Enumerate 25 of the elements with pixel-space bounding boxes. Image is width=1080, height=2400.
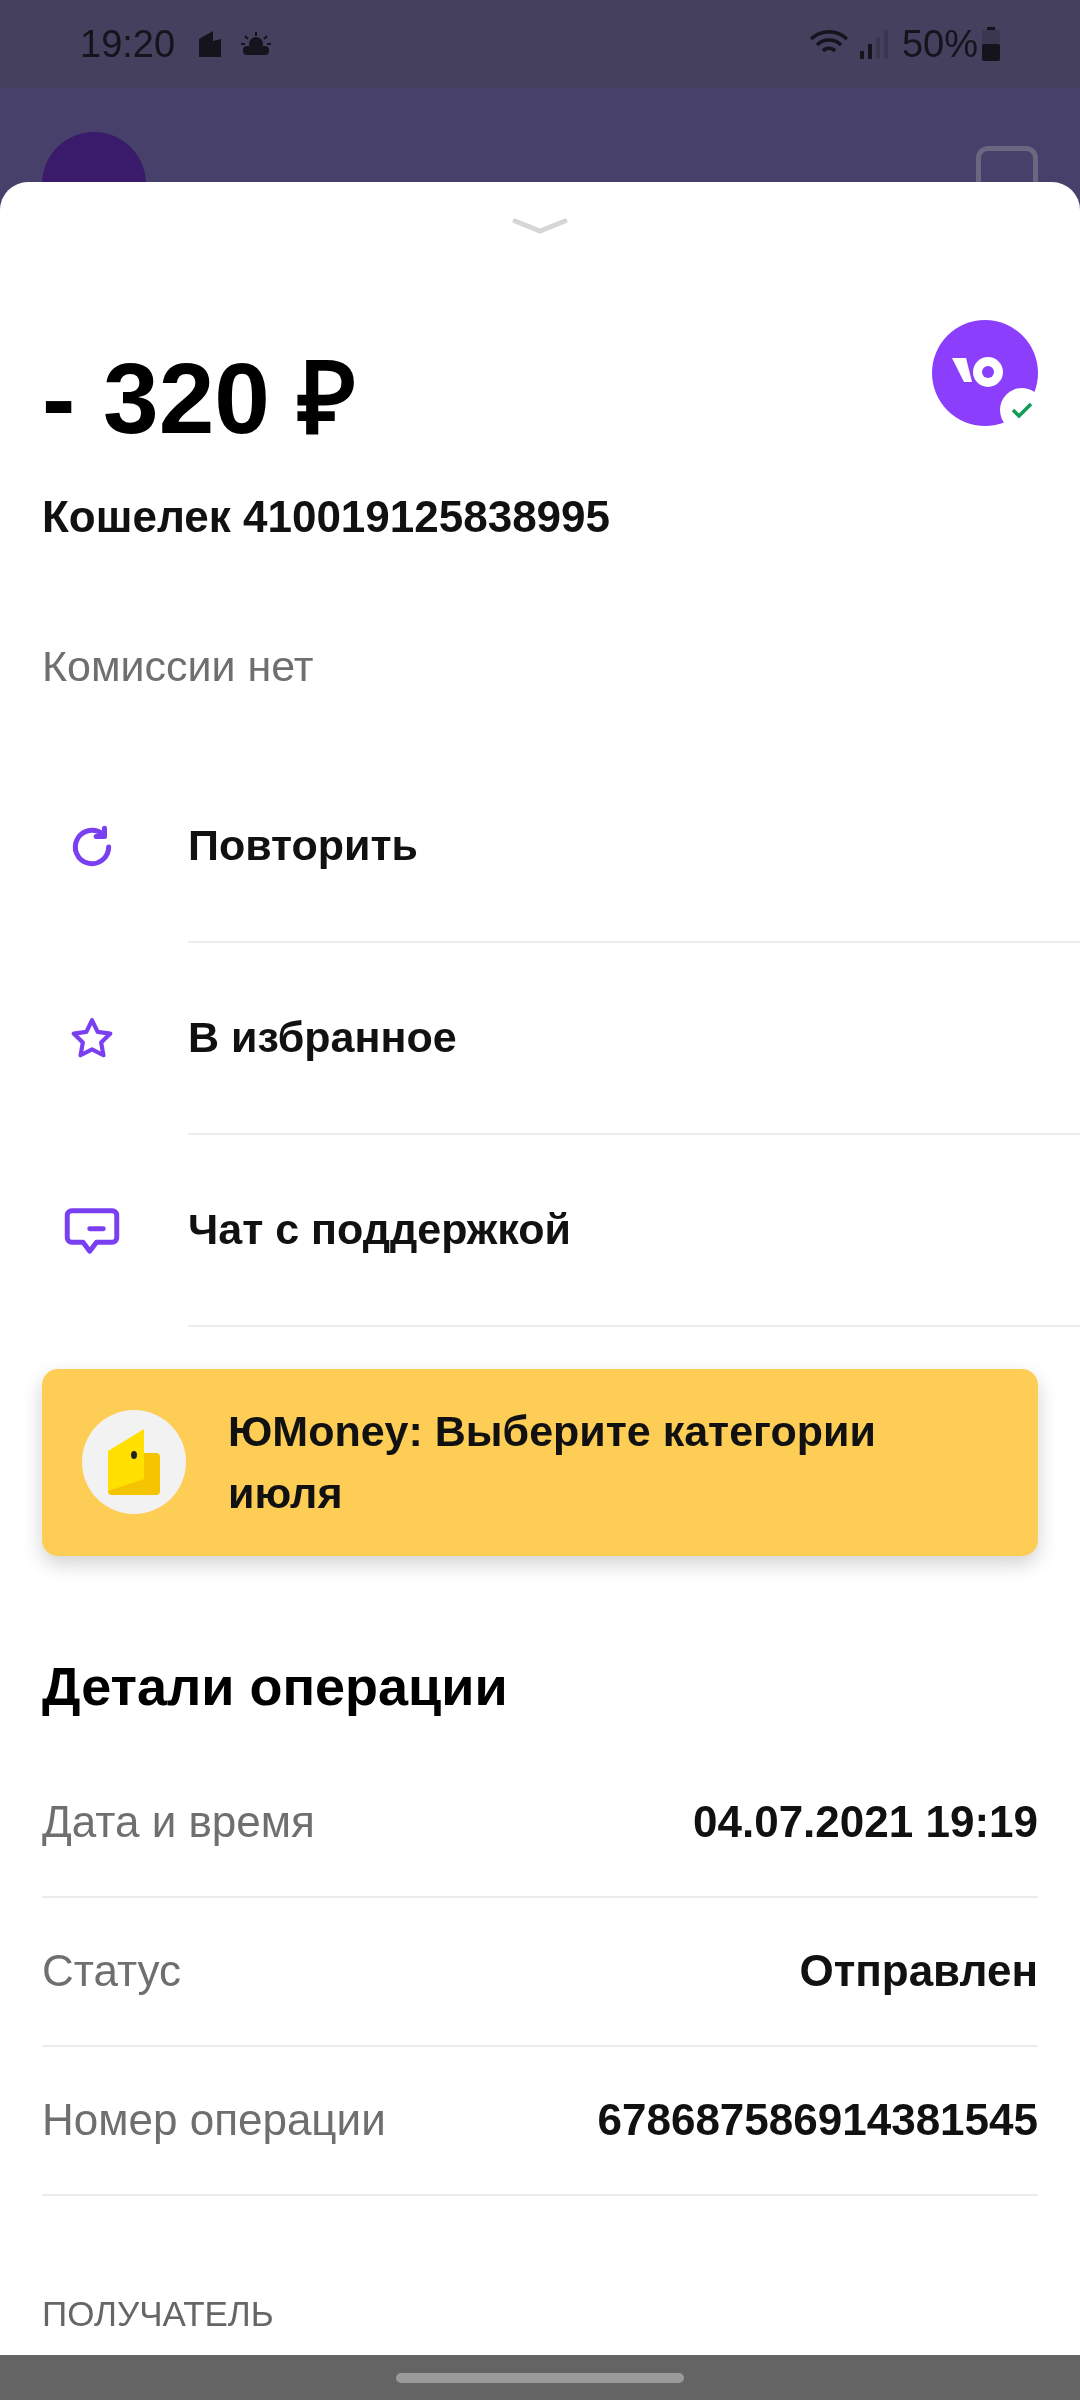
- details-heading: Детали операции: [41, 1654, 509, 1718]
- amount: - 320 ₽: [42, 348, 357, 448]
- wallet-number: Кошелек 410019125838995: [42, 491, 612, 543]
- action-label[interactable]: В избранное: [188, 1005, 457, 1070]
- battery-percent: 50%: [901, 21, 978, 67]
- status-time: 19:20: [80, 21, 176, 67]
- promo-banner[interactable]: ЮMoney: Выберите категории июля: [42, 1368, 1038, 1556]
- home-handle[interactable]: [396, 2372, 684, 2383]
- detail-value: Отправлен: [799, 1945, 1038, 1997]
- section-heading: ПОЛУЧАТЕЛЬ: [41, 2292, 275, 2335]
- signal-icon: [857, 29, 888, 59]
- weather-icon: [239, 30, 274, 58]
- detail-label: Статус: [42, 1945, 182, 1997]
- action-label[interactable]: Повторить: [188, 813, 418, 878]
- detail-value: 04.07.2021 19:19: [693, 1796, 1038, 1848]
- detail-label: Дата и время: [42, 1796, 315, 1848]
- battery-icon: [982, 27, 1000, 61]
- action-label[interactable]: Чат с поддержкой: [188, 1197, 571, 1262]
- notification-icon: [197, 29, 224, 59]
- detail-value: 678687586914381545: [597, 2094, 1038, 2146]
- chevron-down-icon: [512, 218, 568, 234]
- banner-text: ЮMoney: Выберите категории июля: [228, 1406, 877, 1519]
- fee-text: Комиссии нет: [41, 641, 315, 692]
- detail-label: Номер операции: [42, 2094, 386, 2146]
- wallet-icon: [108, 1429, 160, 1495]
